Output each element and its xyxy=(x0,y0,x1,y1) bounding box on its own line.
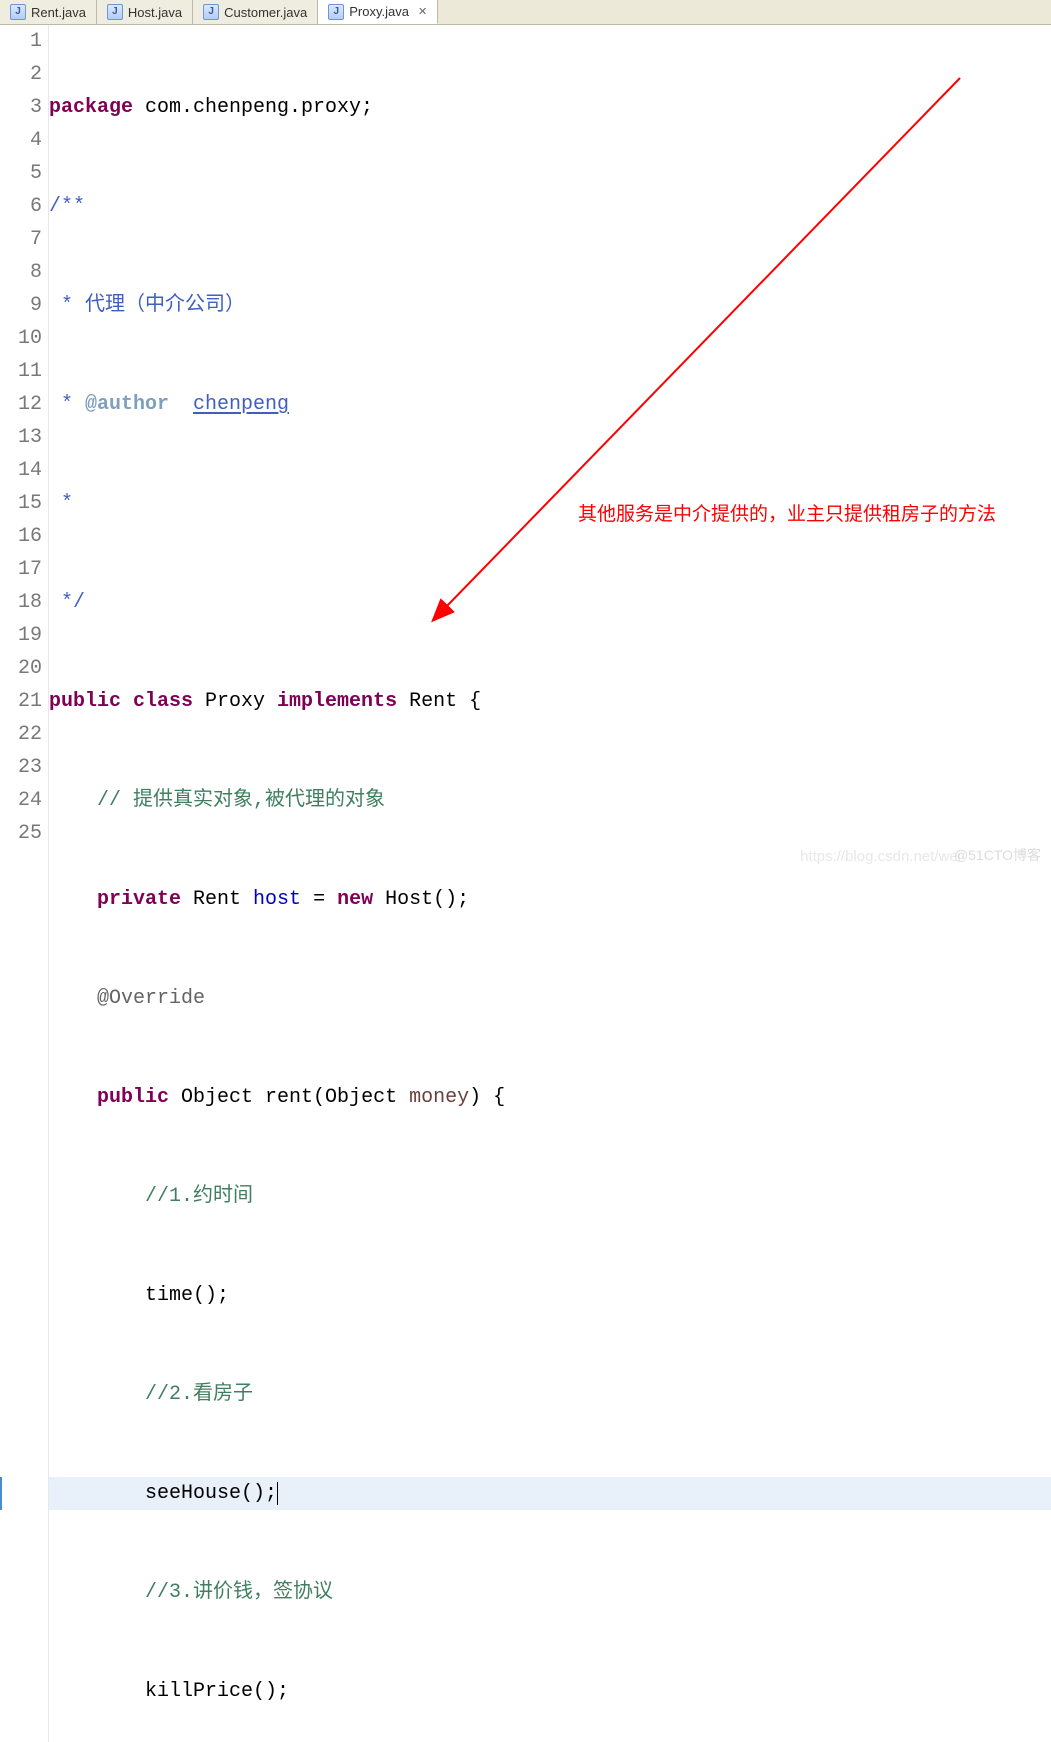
java-file-icon: J xyxy=(203,4,219,20)
caret-icon xyxy=(277,1482,278,1505)
watermark-csdn: https://blog.csdn.net/wei xyxy=(800,848,961,865)
line-number: 14 xyxy=(0,454,42,487)
editor-tabs: J Rent.java J Host.java J Customer.java … xyxy=(0,0,1051,25)
tab-label: Proxy.java xyxy=(349,4,409,19)
code-line-active: seeHouse(); xyxy=(49,1477,1051,1510)
line-number: 18 xyxy=(0,586,42,619)
line-number: 5 xyxy=(0,157,42,190)
code-line: killPrice(); xyxy=(49,1675,1051,1708)
watermark-51cto: @51CTO博客 xyxy=(954,845,1041,865)
code-line: @Override xyxy=(49,982,1051,1015)
code-line: * 代理（中介公司） xyxy=(49,289,1051,322)
line-number: 13 xyxy=(0,421,42,454)
close-icon[interactable]: ✕ xyxy=(414,5,427,18)
line-number: 9 xyxy=(0,289,42,322)
code-line: public Object rent(Object money) { xyxy=(49,1081,1051,1114)
java-file-icon: J xyxy=(10,4,26,20)
code-line: //2.看房子 xyxy=(49,1378,1051,1411)
line-number: 19 xyxy=(0,619,42,652)
java-file-icon: J xyxy=(107,4,123,20)
tab-customer[interactable]: J Customer.java xyxy=(193,0,318,24)
code-line: //1.约时间 xyxy=(49,1180,1051,1213)
line-number: 8 xyxy=(0,256,42,289)
line-number: 17 xyxy=(0,553,42,586)
code-line: time(); xyxy=(49,1279,1051,1312)
line-number: 23 xyxy=(0,751,42,784)
tab-label: Customer.java xyxy=(224,5,307,20)
line-number: 11 xyxy=(0,355,42,388)
line-number: 10 xyxy=(0,322,42,355)
line-number: 15 xyxy=(0,487,42,520)
line-number: 25 xyxy=(0,817,42,850)
line-number: 1 xyxy=(0,25,42,58)
line-number: 7 xyxy=(0,223,42,256)
tab-label: Host.java xyxy=(128,5,182,20)
line-number: 2 xyxy=(0,58,42,91)
tab-proxy[interactable]: J Proxy.java ✕ xyxy=(318,0,438,24)
code-line: package com.chenpeng.proxy; xyxy=(49,91,1051,124)
line-number: 3 xyxy=(0,91,42,124)
code-line: /** xyxy=(49,190,1051,223)
code-line: * @author chenpeng xyxy=(49,388,1051,421)
line-number: 6 xyxy=(0,190,42,223)
code-editor[interactable]: 1 2 3 4 5 6 7 8 9 10 11 12 13 14 15 16 1… xyxy=(0,25,1051,1742)
line-number: 24 xyxy=(0,784,42,817)
annotation-text: 其他服务是中介提供的，业主只提供租房子的方法 xyxy=(578,502,1038,528)
code-area[interactable]: package com.chenpeng.proxy; /** * 代理（中介公… xyxy=(49,25,1051,1742)
code-line: // 提供真实对象,被代理的对象 xyxy=(49,784,1051,817)
code-line: */ xyxy=(49,586,1051,619)
line-number: 21 xyxy=(0,685,42,718)
line-number: 22 xyxy=(0,718,42,751)
code-line: public class Proxy implements Rent { xyxy=(49,685,1051,718)
tab-rent[interactable]: J Rent.java xyxy=(0,0,97,24)
line-number: 20 xyxy=(0,652,42,685)
line-number: 16 xyxy=(0,520,42,553)
code-line: //3.讲价钱，签协议 xyxy=(49,1576,1051,1609)
line-number: 4 xyxy=(0,124,42,157)
tab-host[interactable]: J Host.java xyxy=(97,0,193,24)
code-line: private Rent host = new Host(); xyxy=(49,883,1051,916)
line-gutter: 1 2 3 4 5 6 7 8 9 10 11 12 13 14 15 16 1… xyxy=(0,25,49,1742)
line-number: 12 xyxy=(0,388,42,421)
java-file-icon: J xyxy=(328,4,344,20)
tab-label: Rent.java xyxy=(31,5,86,20)
